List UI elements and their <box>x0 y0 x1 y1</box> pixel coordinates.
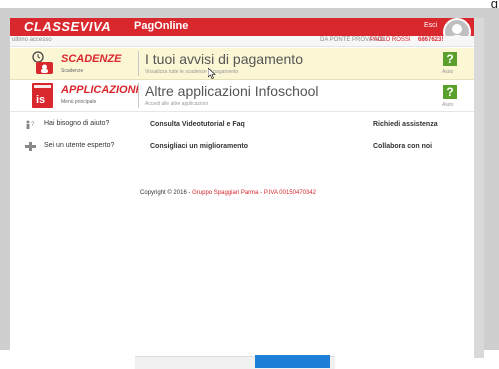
company-link[interactable]: Gruppo Spaggiari Parma <box>192 190 258 196</box>
avatar-head <box>452 24 462 34</box>
menu-row-scadenze[interactable]: SCADENZE Scadenze I tuoi avvisi di pagam… <box>10 48 474 80</box>
altre-applicazioni-subtitle: Accedi alle altre applicazioni <box>145 101 208 107</box>
help-button[interactable]: ? <box>443 52 457 66</box>
user-name: PAOLO ROSSI <box>370 37 411 43</box>
help-label: Aiuto <box>442 102 454 108</box>
expert-question: Sei un utente esperto? <box>44 142 115 149</box>
copyright-footer: Copyright © 2016 - Gruppo Spaggiari Parm… <box>140 190 316 196</box>
scadenze-subtitle: Scadenze <box>61 68 84 74</box>
svg-text:?: ? <box>31 122 35 128</box>
help-label: Aiuto <box>442 69 454 75</box>
row-divider <box>138 83 139 108</box>
info-bar: ultimo accesso DA PONTE PROVA SIDI PAOLO… <box>10 36 474 47</box>
applicazioni-subtitle: Menù principale <box>61 99 97 105</box>
app-frame: CLASSEVIVA PagOnline Esci ultimo accesso… <box>0 8 499 369</box>
help-people-icon: ? <box>26 120 35 129</box>
copyright-text: Copyright © 2016 - <box>140 190 191 196</box>
help-button[interactable]: ? <box>443 85 457 99</box>
suggest-improvement-link[interactable]: Consigliaci un miglioramento <box>150 143 248 150</box>
menu-row-applicazioni[interactable]: is APPLICAZIONI Menù principale Altre ap… <box>10 80 474 112</box>
mouse-cursor-icon <box>208 68 216 79</box>
avvisi-pagamento-link[interactable]: I tuoi avvisi di pagamento <box>145 51 303 67</box>
vat-number: - P.IVA 00150470342 <box>260 190 316 196</box>
altre-applicazioni-link[interactable]: Altre applicazioni Infoschool <box>145 83 319 99</box>
collaborate-link[interactable]: Collabora con noi <box>373 143 432 150</box>
request-assistance-link[interactable]: Richiedi assistenza <box>373 121 438 128</box>
videotutorial-link[interactable]: Consulta Videotutorial e Faq <box>150 121 245 128</box>
scrollbar[interactable] <box>474 18 484 358</box>
product-title: PagOnline <box>134 20 189 32</box>
app-window: CLASSEVIVA PagOnline Esci ultimo accesso… <box>10 18 474 369</box>
page: g CLASSEVIVA PagOnline Esci ultimo acces… <box>0 0 499 369</box>
help-question: Hai bisogno di aiuto? <box>44 120 110 127</box>
row-divider <box>138 51 139 76</box>
alarm-clock-icon <box>32 51 53 74</box>
bottom-blue-button[interactable] <box>255 355 330 368</box>
applicazioni-title: APPLICAZIONI <box>61 84 139 96</box>
brand-logo[interactable]: CLASSEVIVA <box>24 19 111 34</box>
avvisi-pagamento-subtitle: Visualizza tutte le scadenze di pagament… <box>145 69 239 75</box>
logout-button[interactable]: Esci <box>424 22 437 29</box>
user-id: 6867623! <box>418 37 444 43</box>
svg-text:is: is <box>36 94 45 106</box>
is-apps-icon: is <box>32 83 53 108</box>
last-access-label: ultimo accesso <box>12 37 52 43</box>
scadenze-title: SCADENZE <box>61 53 122 65</box>
top-header: CLASSEVIVA PagOnline Esci <box>10 18 474 46</box>
expert-user-icon <box>25 142 36 151</box>
